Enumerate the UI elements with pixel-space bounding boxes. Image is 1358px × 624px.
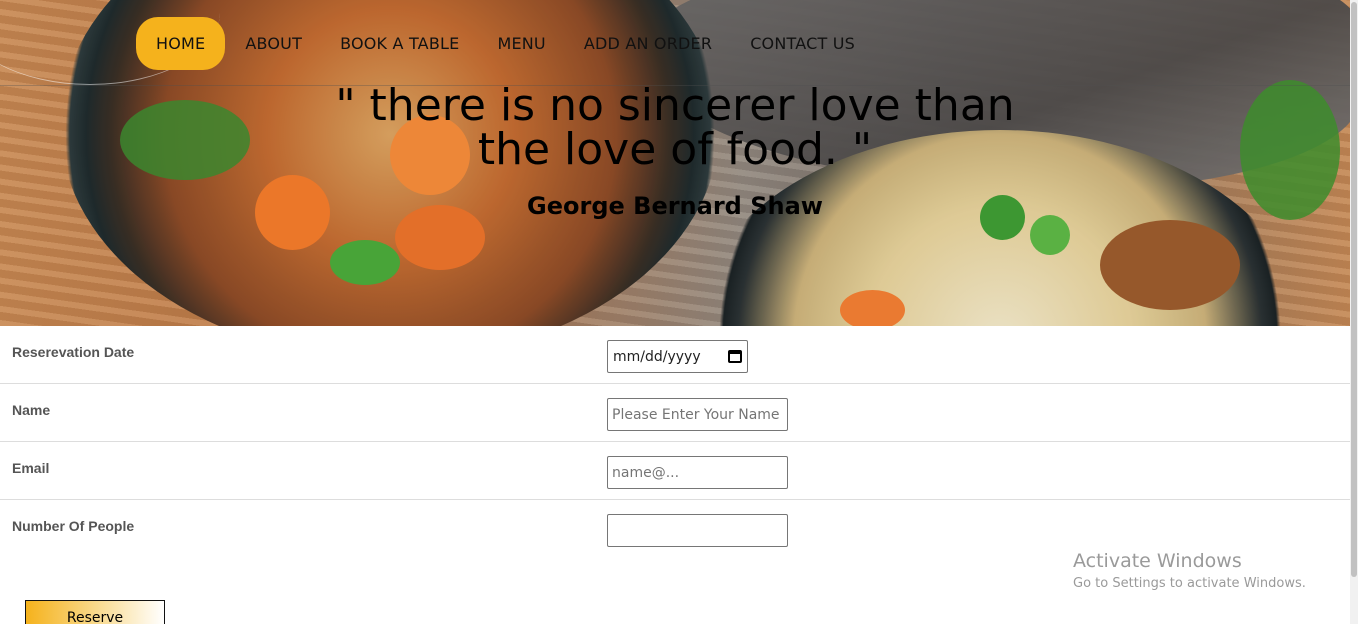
date-label: Reserevation Date <box>12 344 135 360</box>
reservation-form: Reserevation Date mm/dd/yyyy Name Email … <box>0 326 1350 558</box>
windows-activation-watermark: Activate Windows Go to Settings to activ… <box>1073 550 1306 591</box>
name-label: Name <box>12 402 51 418</box>
main-nav: HOME ABOUT BOOK A TABLE MENU ADD AN ORDE… <box>136 17 893 70</box>
quote-author: George Bernard Shaw <box>527 192 823 220</box>
email-row: Email <box>0 442 1350 500</box>
people-label: Number Of People <box>12 518 135 534</box>
nav-about[interactable]: ABOUT <box>245 34 302 53</box>
number-of-people-input[interactable] <box>607 514 788 547</box>
hero-quote: " there is no sincerer love than the lov… <box>335 80 1015 175</box>
nav-menu[interactable]: MENU <box>497 34 545 53</box>
nav-home[interactable]: HOME <box>136 17 226 70</box>
nav-book-a-table[interactable]: BOOK A TABLE <box>340 34 459 53</box>
nav-add-an-order[interactable]: ADD AN ORDER <box>584 34 712 53</box>
calendar-icon[interactable] <box>728 350 742 363</box>
name-input[interactable] <box>607 398 788 431</box>
scrollbar-thumb[interactable] <box>1351 2 1357 577</box>
email-label: Email <box>12 460 50 476</box>
reservation-date-input[interactable]: mm/dd/yyyy <box>607 340 748 373</box>
email-input[interactable] <box>607 456 788 489</box>
vertical-scrollbar[interactable] <box>1350 0 1358 624</box>
watermark-title: Activate Windows <box>1073 550 1242 572</box>
name-row: Name <box>0 384 1350 442</box>
reserve-button[interactable]: Reserve <box>25 600 165 624</box>
date-row: Reserevation Date mm/dd/yyyy <box>0 326 1350 384</box>
hero-banner: HOME ABOUT BOOK A TABLE MENU ADD AN ORDE… <box>0 0 1350 326</box>
nav-contact-us[interactable]: CONTACT US <box>750 34 855 53</box>
date-value: mm/dd/yyyy <box>613 348 701 365</box>
watermark-subtitle: Go to Settings to activate Windows. <box>1073 576 1306 591</box>
